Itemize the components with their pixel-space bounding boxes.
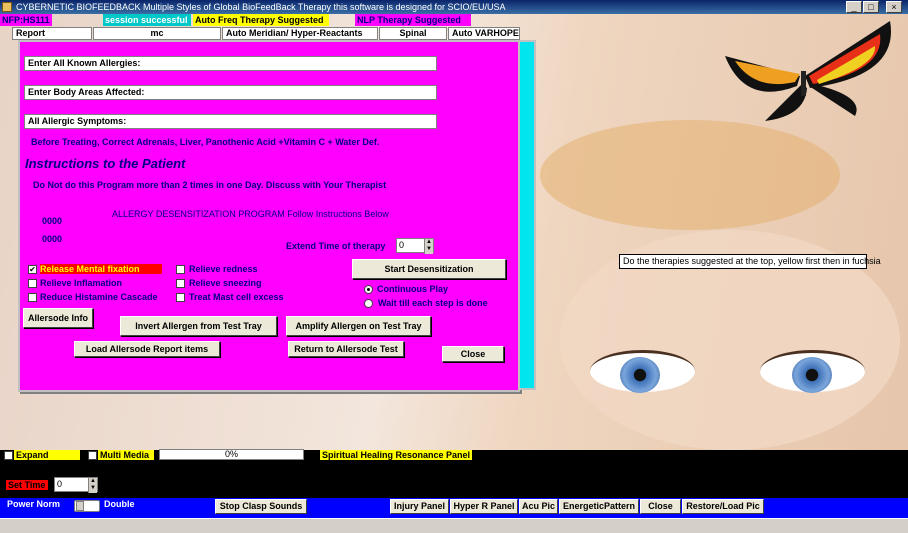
set-time-spinner[interactable]: ▲ ▼ (88, 478, 97, 493)
body-areas-field[interactable]: Enter Body Areas Affected: (24, 85, 437, 100)
tab-auto-meridian[interactable]: Auto Meridian/ Hyper-Reactants (222, 27, 378, 40)
load-allersode-report-button[interactable]: Load Allersode Report items (74, 341, 220, 357)
right-eye-image (760, 350, 865, 393)
checkbox-reduce-histamine[interactable] (28, 293, 37, 302)
progress-text: 0% (224, 449, 238, 459)
radio-wait-each-step[interactable] (364, 299, 373, 308)
progress-bar: 0% (159, 449, 304, 460)
cyan-side-bar (518, 40, 536, 390)
minimize-icon[interactable]: _ (846, 1, 862, 13)
extend-time-input[interactable]: 0 ▲ ▼ (396, 238, 434, 254)
instructions-heading: Instructions to the Patient (25, 156, 186, 171)
energetic-pattern-button[interactable]: EnergeticPattern (559, 499, 639, 514)
spin-up-icon[interactable]: ▲ (89, 478, 97, 485)
radio-continuous-play[interactable] (364, 285, 373, 294)
before-treating-text: Before Treating, Correct Adrenals, Liver… (31, 137, 380, 147)
set-time-label: Set Time (6, 480, 48, 490)
tab-spinal[interactable]: Spinal (379, 27, 447, 40)
tab-report[interactable]: Report (12, 27, 92, 40)
spin-up-icon[interactable]: ▲ (425, 239, 433, 246)
status-bar (0, 518, 908, 533)
set-time-input[interactable]: 0 ▲ ▼ (54, 477, 98, 493)
allergies-field[interactable]: Enter All Known Allergies: (24, 56, 437, 71)
butterfly-icon (725, 21, 891, 121)
injury-panel-button[interactable]: Injury Panel (390, 499, 449, 514)
close-icon[interactable]: × (886, 1, 902, 13)
app-icon (2, 2, 12, 12)
spin-down-icon[interactable]: ▼ (425, 246, 433, 253)
maximize-icon[interactable]: □ (863, 1, 879, 13)
return-allersode-test-button[interactable]: Return to Allersode Test (288, 341, 404, 357)
treat-mast-label: Treat Mast cell excess (189, 292, 284, 302)
continuous-play-label: Continuous Play (377, 284, 449, 294)
multimedia-checkbox[interactable] (88, 451, 97, 460)
checkbox-treat-mast[interactable] (176, 293, 185, 302)
window-title: CYBERNETIC BIOFEEDBACK Multiple Styles o… (16, 2, 506, 12)
nlp-label: NLP Therapy Suggested (355, 14, 471, 26)
relieve-inflamation-label: Relieve Inflamation (40, 278, 123, 288)
title-bar: CYBERNETIC BIOFEEDBACK Multiple Styles o… (0, 0, 908, 14)
suggestion-tooltip: Do the therapies suggested at the top, y… (619, 254, 881, 269)
allersode-info-button[interactable]: Allersode Info (23, 308, 93, 328)
nfp-label: NFP:HS111 (0, 14, 52, 26)
left-eye-image (590, 350, 695, 393)
session-label: session successful (103, 14, 191, 26)
power-norm-label: Power Norm (7, 499, 61, 509)
acu-pic-button[interactable]: Acu Pic (519, 499, 558, 514)
stop-clasp-sounds-button[interactable]: Stop Clasp Sounds (215, 499, 307, 514)
release-mental-label: Release Mental fixation (40, 264, 162, 274)
multimedia-label: Multi Media (98, 450, 154, 460)
checkbox-release-mental[interactable]: ✔ (28, 265, 37, 274)
restore-load-pic-button[interactable]: Restore/Load Pic (682, 499, 764, 514)
start-desensitization-button[interactable]: Start Desensitization (352, 259, 506, 279)
program-title: ALLERGY DESENSITIZATION PROGRAM Follow I… (112, 209, 389, 219)
wait-each-step-label: Wait till each step is done (378, 298, 488, 308)
expand-checkbox[interactable] (4, 451, 13, 460)
spiritual-healing-label[interactable]: Spiritual Healing Resonance Panel (320, 450, 473, 460)
check-icon: ✔ (29, 265, 36, 274)
tab-mc[interactable]: mc (93, 27, 221, 40)
tab-auto-varhope[interactable]: Auto VARHOPE (448, 27, 520, 40)
extend-time-label: Extend Time of therapy (286, 241, 386, 251)
expand-label: Expand (14, 450, 80, 460)
close-button[interactable]: Close (640, 499, 681, 514)
symptoms-field[interactable]: All Allergic Symptoms: (24, 114, 437, 129)
dialog-close-button[interactable]: Close (442, 346, 504, 362)
checkbox-relieve-redness[interactable] (176, 265, 185, 274)
relieve-redness-label: Relieve redness (189, 264, 258, 274)
extend-spinner[interactable]: ▲ ▼ (424, 239, 433, 254)
power-slider[interactable] (74, 500, 100, 512)
counter-1: 0000 (42, 216, 63, 226)
counter-2: 0000 (42, 234, 63, 244)
checkbox-relieve-sneezing[interactable] (176, 279, 185, 288)
hand-image (540, 120, 840, 230)
double-label: Double (104, 499, 135, 509)
auto-freq-label: Auto Freq Therapy Suggested (193, 14, 329, 26)
relieve-sneezing-label: Relieve sneezing (189, 278, 262, 288)
spin-down-icon[interactable]: ▼ (89, 485, 97, 492)
hyper-r-panel-button[interactable]: Hyper R Panel (450, 499, 518, 514)
invert-allergen-button[interactable]: Invert Allergen from Test Tray (120, 316, 277, 336)
reduce-histamine-label: Reduce Histamine Cascade (40, 292, 158, 302)
slider-handle[interactable] (76, 501, 84, 511)
checkbox-relieve-inflamation[interactable] (28, 279, 37, 288)
instructions-text: Do Not do this Program more than 2 times… (33, 180, 387, 190)
amplify-allergen-button[interactable]: Amplify Allergen on Test Tray (286, 316, 431, 336)
